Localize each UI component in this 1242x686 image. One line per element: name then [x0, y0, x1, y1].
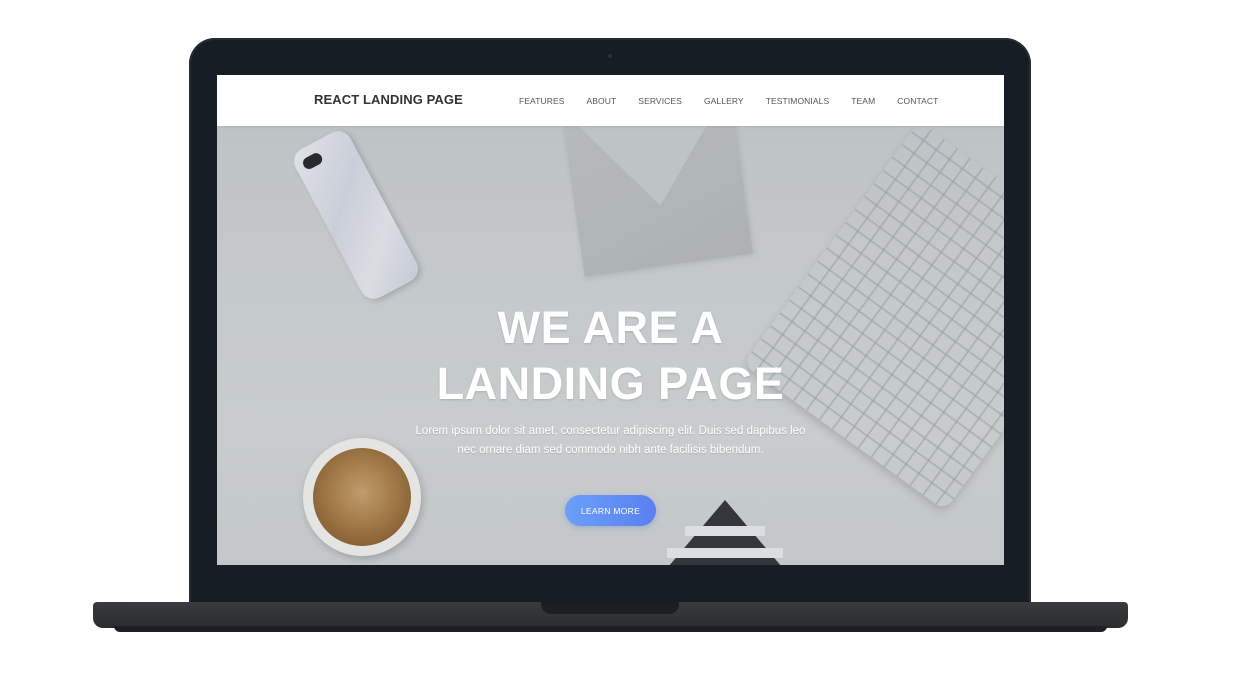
nav-link-testimonials[interactable]: TESTIMONIALS: [766, 96, 830, 106]
nav-link-gallery[interactable]: GALLERY: [704, 96, 744, 106]
hero-paragraph: Lorem ipsum dolor sit amet, consectetur …: [415, 425, 806, 456]
nav-link-team[interactable]: TEAM: [851, 96, 875, 106]
learn-more-button[interactable]: LEARN MORE: [565, 495, 656, 526]
webcam-icon: [608, 54, 612, 58]
nav-links: FEATURES ABOUT SERVICES GALLERY TESTIMON…: [519, 96, 938, 106]
laptop-foot: [114, 626, 1107, 632]
laptop-notch: [541, 602, 679, 614]
nav-link-about[interactable]: ABOUT: [587, 96, 617, 106]
hero-title-line-1: WE ARE A: [497, 302, 724, 353]
nav-link-contact[interactable]: CONTACT: [897, 96, 938, 106]
nav-link-services[interactable]: SERVICES: [638, 96, 682, 106]
navbar: REACT LANDING PAGE FEATURES ABOUT SERVIC…: [217, 75, 1004, 126]
laptop-base: [93, 602, 1128, 628]
hero-title-line-2: LANDING PAGE: [436, 358, 785, 409]
brand-logo-link[interactable]: REACT LANDING PAGE: [314, 92, 463, 107]
laptop-mockup-stage: REACT LANDING PAGE FEATURES ABOUT SERVIC…: [0, 0, 1242, 686]
hero-title: WE ARE A LANDING PAGE: [217, 300, 1004, 412]
laptop-screen: REACT LANDING PAGE FEATURES ABOUT SERVIC…: [217, 75, 1004, 565]
hero-section: WE ARE A LANDING PAGE Lorem ipsum dolor …: [217, 126, 1004, 565]
nav-link-features[interactable]: FEATURES: [519, 96, 565, 106]
